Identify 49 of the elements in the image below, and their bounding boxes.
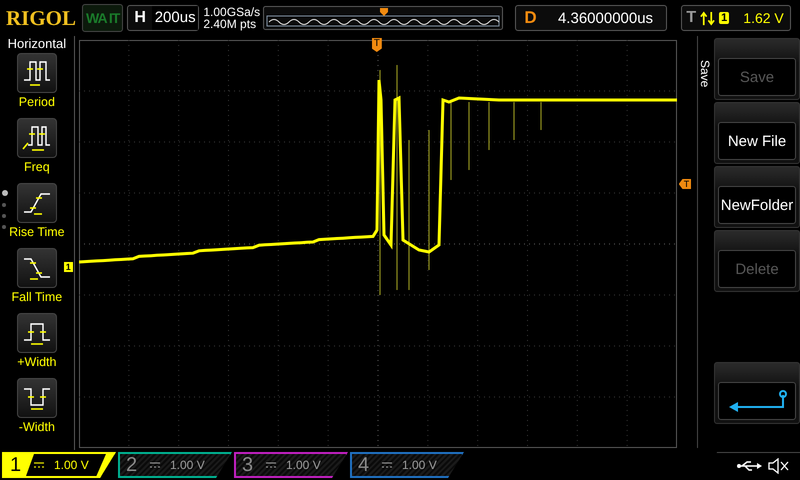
channel-tab[interactable]: 3 1.00 V	[234, 452, 348, 478]
delay-value: 4.36000000us	[556, 10, 654, 26]
channel-tab[interactable]: 1 1.00 V	[2, 452, 116, 478]
dc-coupling-icon	[150, 461, 160, 469]
dc-coupling-icon	[382, 461, 392, 469]
measure-button[interactable]	[16, 53, 57, 93]
page-dot[interactable]	[2, 225, 6, 229]
trigger-level: 1.62 V	[743, 10, 784, 26]
measure-label: Rise Time	[9, 225, 65, 239]
usb-icon	[736, 458, 762, 472]
sample-rate: 1.00GSa/s	[203, 6, 260, 18]
run-status: WA IT	[82, 4, 124, 32]
page-dot[interactable]	[2, 190, 8, 196]
channel-marker: 1	[64, 262, 73, 272]
page-dot[interactable]	[2, 203, 6, 207]
measure-button[interactable]	[16, 248, 57, 288]
menu-title: Save	[698, 60, 712, 88]
measure-button[interactable]	[16, 313, 57, 353]
menu-title: Horizontal	[8, 36, 66, 51]
timebase-label: H	[133, 9, 147, 27]
measure-label: Fall Time	[12, 290, 62, 304]
measure-button[interactable]	[16, 378, 57, 418]
brand-logo: RIGOL	[6, 6, 78, 30]
softkey-button[interactable]: New File	[718, 122, 796, 160]
trigger-source: 1	[719, 12, 730, 24]
trigger-level-marker: T	[678, 179, 692, 189]
measure-button[interactable]	[16, 118, 57, 158]
dc-coupling-icon	[34, 461, 44, 469]
both-edges-icon	[700, 10, 716, 26]
trigger-label: T	[686, 9, 696, 27]
measure-button[interactable]	[16, 183, 57, 223]
channel-tab[interactable]: 2 1.00 V	[118, 452, 232, 478]
timebase-value: 200us	[152, 6, 198, 30]
page-dot[interactable]	[2, 214, 6, 218]
delay-label: D	[523, 8, 538, 28]
speaker-muted-icon	[768, 458, 790, 474]
measure-label: Freq	[24, 160, 50, 174]
channel-scale: 1.00 V	[54, 458, 89, 472]
memory-depth: 2.40M pts	[203, 18, 258, 30]
measure-label: Period	[18, 95, 55, 109]
dc-coupling-icon	[266, 461, 276, 469]
channel-scale: 1.00 V	[170, 458, 205, 472]
measure-label: +Width	[17, 355, 56, 369]
softkey-button[interactable]: NewFolder	[718, 186, 796, 224]
back-button[interactable]	[718, 382, 796, 420]
channel-tab[interactable]: 4 1.00 V	[350, 452, 464, 478]
channel-scale: 1.00 V	[402, 458, 437, 472]
channel-scale: 1.00 V	[286, 458, 321, 472]
measure-label: -Width	[18, 420, 55, 434]
